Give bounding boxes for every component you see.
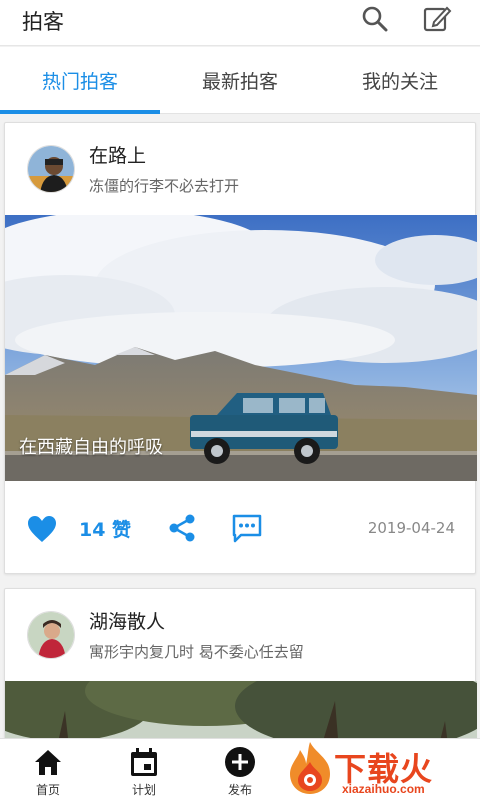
flame-logo-icon — [290, 742, 330, 794]
tab-following[interactable]: 我的关注 — [320, 47, 480, 113]
watermark-url: xiazaihuo.com — [342, 782, 425, 796]
edit-icon[interactable] — [422, 4, 452, 34]
post-username[interactable]: 湖海散人 — [89, 607, 165, 634]
share-icon[interactable] — [167, 513, 197, 543]
tab-hot[interactable]: 热门拍客 — [0, 47, 160, 114]
tab-bar: 热门拍客 最新拍客 我的关注 — [0, 47, 480, 114]
post-card[interactable]: 在路上 冻僵的行李不必去打开 在西藏自由的呼吸 14 赞 2019-04-24 — [4, 122, 477, 575]
photo-caption: 在西藏自由的呼吸 — [19, 437, 163, 458]
post-photo[interactable] — [5, 681, 477, 738]
post-header: 在路上 冻僵的行李不必去打开 — [5, 123, 475, 215]
watermark: 下载火 xiazaihuo.com — [284, 738, 480, 800]
avatar[interactable] — [27, 611, 75, 659]
calendar-icon — [127, 745, 161, 779]
like-count[interactable]: 14 赞 — [79, 515, 131, 542]
post-bio: 冻僵的行李不必去打开 — [89, 177, 240, 195]
nav-publish[interactable]: 发布 — [192, 739, 288, 800]
feed-list[interactable]: 在路上 冻僵的行李不必去打开 在西藏自由的呼吸 14 赞 2019-04-24 … — [0, 114, 480, 738]
post-bio: 寓形宇内复几时 曷不委心任去留 — [89, 643, 304, 661]
nav-home[interactable]: 首页 — [0, 739, 96, 800]
page-title: 拍客 — [22, 10, 64, 34]
post-card[interactable]: 湖海散人 寓形宇内复几时 曷不委心任去留 — [4, 588, 477, 738]
heart-icon[interactable] — [27, 515, 57, 543]
search-icon[interactable] — [360, 4, 390, 34]
avatar[interactable] — [27, 145, 75, 193]
nav-plan[interactable]: 计划 — [96, 739, 192, 800]
home-icon — [31, 745, 65, 779]
comment-icon[interactable] — [231, 513, 263, 545]
nav-label: 计划 — [131, 783, 156, 797]
post-photo[interactable]: 在西藏自由的呼吸 — [5, 215, 477, 481]
post-actions: 14 赞 2019-04-24 — [5, 481, 477, 575]
add-circle-icon — [223, 745, 257, 779]
post-date: 2019-04-24 — [367, 519, 455, 537]
post-username[interactable]: 在路上 — [89, 141, 146, 168]
nav-label: 发布 — [227, 783, 252, 797]
nav-label: 首页 — [35, 783, 60, 797]
post-header: 湖海散人 寓形宇内复几时 曷不委心任去留 — [5, 589, 475, 681]
app-header: 拍客 — [0, 0, 480, 46]
tab-latest[interactable]: 最新拍客 — [160, 47, 320, 113]
